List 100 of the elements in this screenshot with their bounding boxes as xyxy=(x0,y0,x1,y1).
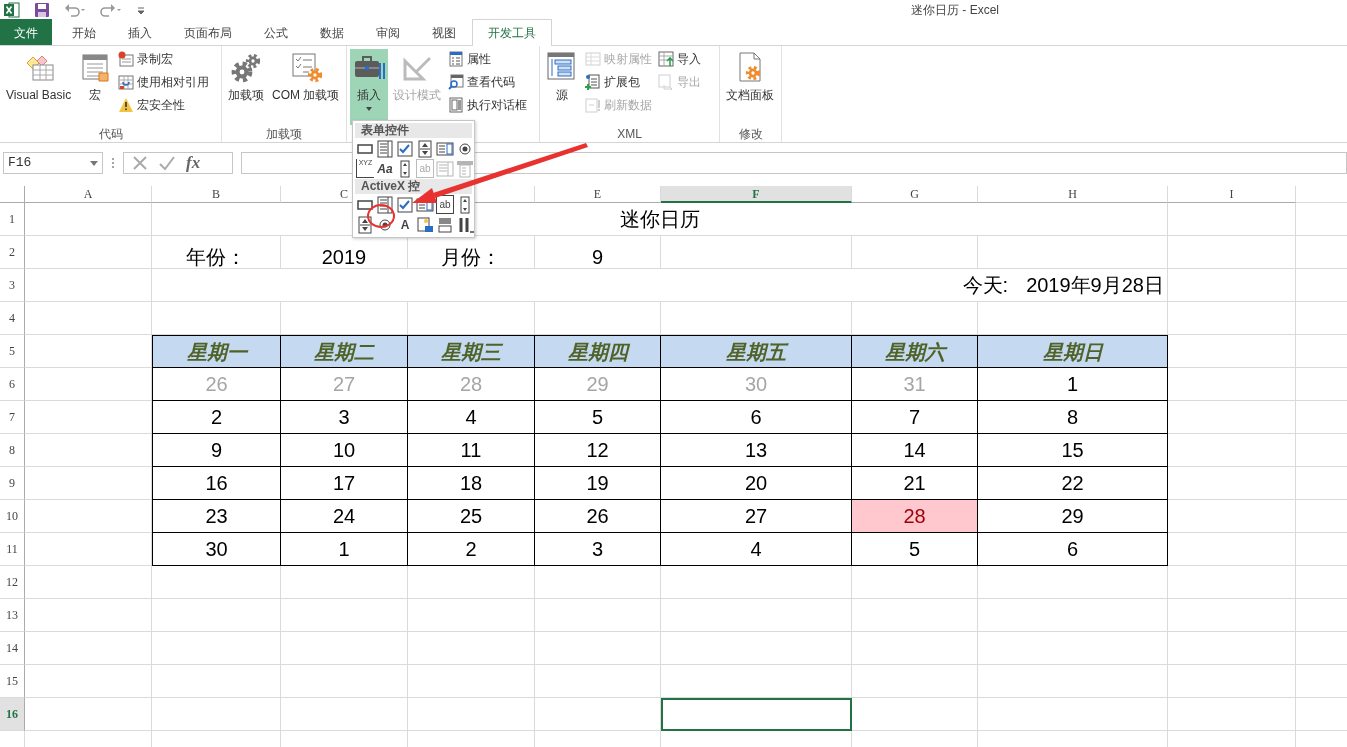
row-header[interactable]: 8 xyxy=(0,434,25,467)
day-cell: 28 xyxy=(852,500,978,533)
ribbon-button[interactable]: 使用相对引用 xyxy=(116,72,212,92)
day-cell: 22 xyxy=(978,467,1168,500)
ribbon-button[interactable]: 插入 xyxy=(350,49,388,125)
list-box-control-icon[interactable] xyxy=(376,139,394,158)
checklist-gear-icon xyxy=(289,51,322,83)
ribbon-button[interactable]: 录制宏 xyxy=(116,49,212,69)
ribbon-button[interactable]: 查看代码 xyxy=(446,72,529,92)
checkbox-control-icon[interactable] xyxy=(396,195,414,214)
day-cell: 5 xyxy=(535,401,661,434)
row-header[interactable]: 9 xyxy=(0,467,25,500)
ribbon-tab[interactable]: 插入 xyxy=(112,19,168,45)
ribbon-tab[interactable]: 公式 xyxy=(248,19,304,45)
ribbon-button[interactable]: 导入 xyxy=(656,49,703,69)
day-cell: 3 xyxy=(281,401,408,434)
ribbon-button[interactable]: 宏安全性 xyxy=(116,95,212,115)
dialog-icon xyxy=(448,97,464,113)
ribbon-button[interactable]: 执行对话框 xyxy=(446,95,529,115)
day-cell: 30 xyxy=(661,368,852,401)
day-cell: 2 xyxy=(408,533,535,566)
spinner-control-icon[interactable] xyxy=(416,139,434,158)
day-cell: 6 xyxy=(661,401,852,434)
row-header[interactable]: 3 xyxy=(0,269,25,302)
control-tool[interactable]: A xyxy=(396,215,414,234)
day-cell: 7 xyxy=(852,401,978,434)
day-cell: 13 xyxy=(661,434,852,467)
row-header[interactable]: 1 xyxy=(0,203,25,236)
ribbon-button[interactable]: 扩展包 xyxy=(583,72,654,92)
import-icon xyxy=(658,51,674,67)
row-header[interactable]: 10 xyxy=(0,500,25,533)
day-cell: 15 xyxy=(978,434,1168,467)
day-cell: 8 xyxy=(978,401,1168,434)
name-box[interactable]: F16 xyxy=(3,152,103,174)
ribbon-tab[interactable]: 视图 xyxy=(416,19,472,45)
toggle-control-icon[interactable] xyxy=(436,215,454,234)
row-header[interactable]: 14 xyxy=(0,632,25,665)
group-label: 加载项 xyxy=(265,126,303,143)
day-cell: 2 xyxy=(152,401,281,434)
ribbon-button[interactable]: 文档面板 xyxy=(723,49,777,125)
day-cell: 19 xyxy=(535,467,661,500)
menu-section-title: 表单控件 xyxy=(355,123,472,138)
day-cell: 9 xyxy=(152,434,281,467)
weekday-header: 星期二 xyxy=(281,335,408,368)
day-cell: 20 xyxy=(661,467,852,500)
spinner-control-icon[interactable] xyxy=(356,215,374,234)
row-header[interactable]: 12 xyxy=(0,566,25,599)
cell-cursor[interactable] xyxy=(661,698,852,731)
ribbon-tab[interactable]: 审阅 xyxy=(360,19,416,45)
record-icon xyxy=(118,51,135,67)
checkbox-control-icon[interactable] xyxy=(396,139,414,158)
row-header[interactable]: 7 xyxy=(0,401,25,434)
control-tool[interactable]: Aa xyxy=(376,159,394,178)
day-cell: 18 xyxy=(408,467,535,500)
ribbon-button[interactable]: 加载项 xyxy=(225,49,267,125)
save-icon[interactable] xyxy=(34,1,50,18)
export-icon xyxy=(658,74,674,90)
insert-function-button[interactable]: fx xyxy=(186,150,201,176)
magnifier-window-icon xyxy=(448,74,464,90)
day-cell: 30 xyxy=(152,533,281,566)
ribbon-tab[interactable]: 开发工具 xyxy=(472,19,552,46)
group-label: XML xyxy=(616,126,643,143)
ribbon-button[interactable]: 源 xyxy=(543,49,581,125)
combo-box-control-icon[interactable] xyxy=(436,139,454,158)
ribbon-tab[interactable]: 页面布局 xyxy=(168,19,248,45)
ribbon-tab[interactable]: 数据 xyxy=(304,19,360,45)
day-cell: 3 xyxy=(535,533,661,566)
row-header[interactable]: 2 xyxy=(0,236,25,269)
day-cell: 1 xyxy=(978,368,1168,401)
ribbon-button[interactable]: 属性 xyxy=(446,49,529,69)
day-cell: 16 xyxy=(152,467,281,500)
row-header[interactable]: 5 xyxy=(0,335,25,368)
today-date: 2019年9月28日 xyxy=(1026,273,1164,298)
row-header[interactable]: 4 xyxy=(0,302,25,335)
document-plus-icon xyxy=(585,74,601,90)
file-tab[interactable]: 文件 xyxy=(0,19,52,45)
row-header[interactable]: 11 xyxy=(0,533,25,566)
day-cell: 29 xyxy=(978,500,1168,533)
grid-icon xyxy=(118,74,135,90)
check-icon[interactable] xyxy=(158,155,176,171)
excel-icon[interactable] xyxy=(4,1,20,18)
weekday-header: 星期五 xyxy=(661,335,852,368)
day-cell: 23 xyxy=(152,500,281,533)
weekday-header: 星期四 xyxy=(535,335,661,368)
dropdown-icon[interactable] xyxy=(90,160,98,166)
row-header[interactable]: 16 xyxy=(0,698,25,731)
ribbon-tab[interactable]: 开始 xyxy=(56,19,112,45)
column-header[interactable]: F xyxy=(661,186,852,203)
row-header[interactable]: 13 xyxy=(0,599,25,632)
ribbon-button[interactable]: 宏 xyxy=(76,49,115,125)
redo-icon[interactable] xyxy=(100,1,122,18)
today-label: 今天: xyxy=(962,273,1009,298)
day-cell: 28 xyxy=(408,368,535,401)
day-cell: 14 xyxy=(852,434,978,467)
row-header[interactable]: 6 xyxy=(0,368,25,401)
ribbon-button[interactable]: Visual Basic xyxy=(3,49,75,125)
ribbon-button[interactable]: COM 加载项 xyxy=(269,49,343,125)
day-cell: 26 xyxy=(535,500,661,533)
day-cell: 1 xyxy=(281,533,408,566)
image-control-icon[interactable] xyxy=(416,215,434,234)
